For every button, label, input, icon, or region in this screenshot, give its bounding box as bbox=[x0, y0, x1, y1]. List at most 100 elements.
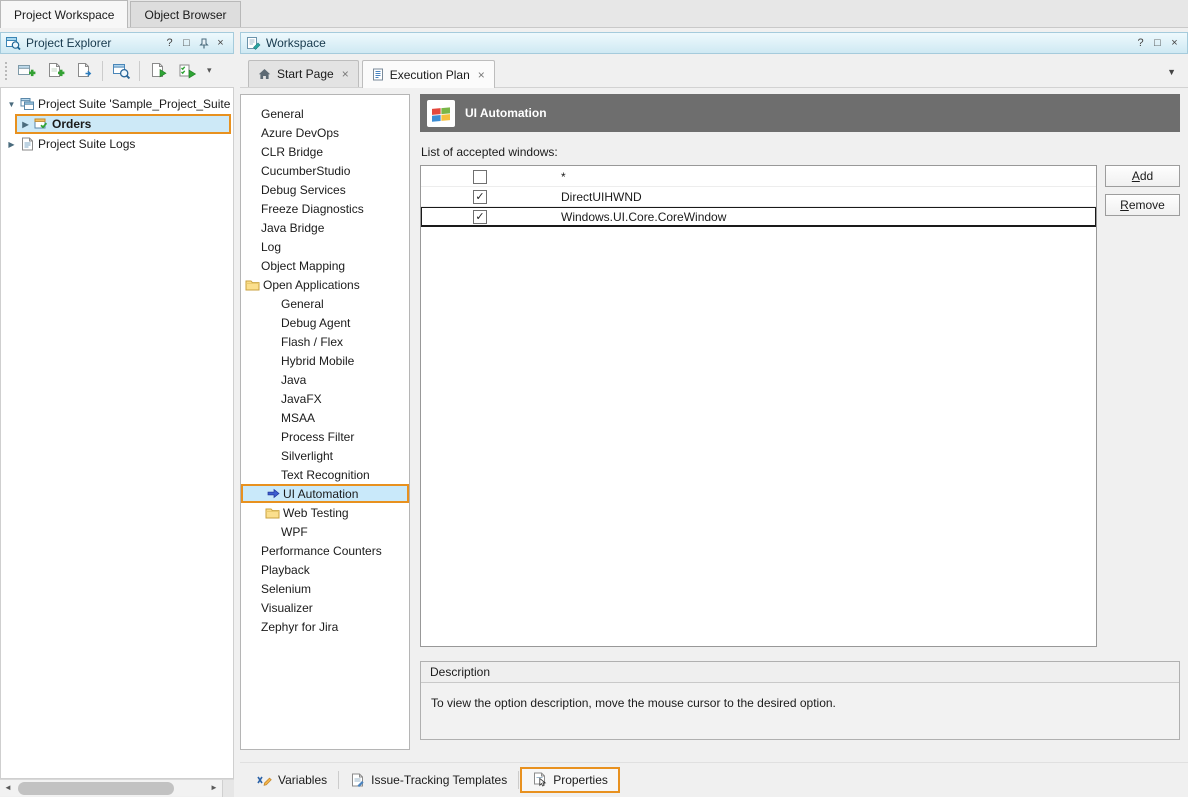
tree-item-project-suite-logs[interactable]: ▶Project Suite Logs bbox=[1, 134, 231, 154]
tab-close-icon[interactable]: × bbox=[342, 67, 349, 81]
settings-item-process-filter[interactable]: Process Filter bbox=[241, 427, 409, 446]
run-project-suite-button[interactable] bbox=[145, 58, 171, 84]
scroll-left-arrow-icon[interactable]: ◄ bbox=[0, 780, 16, 796]
settings-item-label: Open Applications bbox=[263, 278, 360, 292]
description-box: Description To view the option descripti… bbox=[420, 661, 1180, 740]
scrollbar-corner bbox=[222, 780, 234, 797]
settings-item-zephyr-for-jira[interactable]: Zephyr for Jira bbox=[241, 617, 409, 636]
record-test-icon bbox=[178, 62, 197, 80]
workspace-tab-start-page[interactable]: Start Page × bbox=[248, 60, 359, 87]
settings-item-java-bridge[interactable]: Java Bridge bbox=[241, 218, 409, 237]
project-explorer-float-button[interactable]: □ bbox=[179, 36, 194, 51]
toolbar-options-caret-icon[interactable]: ▾ bbox=[203, 65, 216, 76]
start-page-icon bbox=[258, 68, 271, 80]
options-header: UI Automation bbox=[420, 94, 1180, 132]
settings-item-label: Playback bbox=[261, 563, 310, 577]
workspace-tab-execution-plan[interactable]: Execution Plan× bbox=[362, 60, 495, 88]
project-icon bbox=[34, 117, 49, 131]
bottom-tab-label: Issue-Tracking Templates bbox=[371, 773, 507, 787]
tree-expander-icon[interactable]: ▼ bbox=[6, 100, 17, 109]
settings-item-label: Azure DevOps bbox=[261, 126, 339, 140]
workspace-close-button[interactable]: × bbox=[1167, 36, 1182, 51]
checkbox-unchecked[interactable] bbox=[473, 170, 487, 184]
project-explorer-close-button[interactable]: × bbox=[213, 36, 228, 51]
settings-item-label: Debug Services bbox=[261, 183, 346, 197]
settings-item-debug-services[interactable]: Debug Services bbox=[241, 180, 409, 199]
settings-item-silverlight[interactable]: Silverlight bbox=[241, 446, 409, 465]
settings-item-selenium[interactable]: Selenium bbox=[241, 579, 409, 598]
settings-item-label: MSAA bbox=[281, 411, 315, 425]
description-text: To view the option description, move the… bbox=[421, 683, 1179, 723]
settings-item-general[interactable]: General bbox=[241, 294, 409, 313]
scrollbar-thumb[interactable] bbox=[18, 782, 174, 795]
arrow-icon bbox=[267, 488, 280, 499]
project-explorer-toolbar: ▾ bbox=[0, 54, 234, 87]
tab-close-icon[interactable]: × bbox=[478, 68, 485, 82]
bottom-tab-properties[interactable]: Properties bbox=[520, 767, 620, 793]
project-explorer-tree: ▼ Project Suite 'Sample_Project_Suite' (1… bbox=[0, 87, 234, 779]
settings-item-open-applications[interactable]: Open Applications bbox=[241, 275, 409, 294]
settings-item-javafx[interactable]: JavaFX bbox=[241, 389, 409, 408]
settings-item-object-mapping[interactable]: Object Mapping bbox=[241, 256, 409, 275]
settings-item-debug-agent[interactable]: Debug Agent bbox=[241, 313, 409, 332]
workspace-tab-label: Start Page bbox=[277, 67, 334, 81]
tree-item-label: Project Suite 'Sample_Project_Suite' (1 … bbox=[38, 97, 231, 111]
workspace-title: Workspace bbox=[266, 36, 1128, 50]
settings-item-label: Selenium bbox=[261, 582, 311, 596]
settings-item-general[interactable]: General bbox=[241, 104, 409, 123]
toolbar-separator bbox=[139, 61, 140, 81]
windows-logo-icon bbox=[427, 100, 455, 127]
top-tab-project-workspace[interactable]: Project Workspace bbox=[0, 0, 128, 28]
settings-item-web-testing[interactable]: Web Testing bbox=[241, 503, 409, 522]
workspace-help-button[interactable]: ? bbox=[1133, 36, 1148, 51]
folder-icon bbox=[265, 507, 280, 519]
workspace-float-button[interactable]: □ bbox=[1150, 36, 1165, 51]
tab-separator bbox=[338, 771, 339, 789]
settings-item-msaa[interactable]: MSAA bbox=[241, 408, 409, 427]
settings-item-freeze-diagnostics[interactable]: Freeze Diagnostics bbox=[241, 199, 409, 218]
checkbox-checked[interactable]: ✓ bbox=[473, 190, 487, 204]
settings-item-wpf[interactable]: WPF bbox=[241, 522, 409, 541]
settings-item-clr-bridge[interactable]: CLR Bridge bbox=[241, 142, 409, 161]
window-class-name: * bbox=[561, 170, 566, 184]
settings-item-java[interactable]: Java bbox=[241, 370, 409, 389]
settings-item-visualizer[interactable]: Visualizer bbox=[241, 598, 409, 617]
window-row-windows-ui-core-corewindow[interactable]: ✓Windows.UI.Core.CoreWindow bbox=[421, 207, 1096, 227]
window-row-directuihwnd[interactable]: ✓DirectUIHWND bbox=[421, 187, 1096, 207]
scrollbar-track[interactable] bbox=[16, 780, 206, 797]
top-tab-object-browser[interactable]: Object Browser bbox=[130, 1, 240, 27]
add-existing-item-button[interactable] bbox=[71, 58, 97, 84]
tab-list-dropdown-icon[interactable]: ▼ bbox=[1167, 67, 1176, 77]
project-explorer-help-button[interactable]: ? bbox=[162, 36, 177, 51]
add-button[interactable]: Add bbox=[1105, 165, 1180, 187]
toolbar-grip-handle[interactable] bbox=[3, 60, 8, 82]
settings-item-performance-counters[interactable]: Performance Counters bbox=[241, 541, 409, 560]
tree-item-orders[interactable]: ▶Orders bbox=[15, 114, 231, 134]
project-explorer-auto-hide-pin-button[interactable] bbox=[196, 36, 211, 51]
settings-item-label: Web Testing bbox=[283, 506, 349, 520]
settings-item-ui-automation[interactable]: UI Automation bbox=[241, 484, 409, 503]
tree-expander-icon[interactable]: ▶ bbox=[6, 140, 17, 149]
window-row-item-0[interactable]: * bbox=[421, 167, 1096, 187]
add-project-suite-button[interactable] bbox=[13, 58, 39, 84]
bottom-tab-variables[interactable]: Variables bbox=[246, 767, 337, 793]
settings-item-playback[interactable]: Playback bbox=[241, 560, 409, 579]
settings-item-cucumberstudio[interactable]: CucumberStudio bbox=[241, 161, 409, 180]
bottom-tab-issue-tracking-templates[interactable]: Issue-Tracking Templates bbox=[340, 767, 517, 793]
record-test-button[interactable] bbox=[174, 58, 200, 84]
tree-item-project-suite-sample-project-suite-1-p[interactable]: ▼ Project Suite 'Sample_Project_Suite' (1… bbox=[1, 94, 231, 114]
settings-item-label: General bbox=[281, 297, 324, 311]
settings-item-flash-flex[interactable]: Flash / Flex bbox=[241, 332, 409, 351]
settings-item-log[interactable]: Log bbox=[241, 237, 409, 256]
settings-item-text-recognition[interactable]: Text Recognition bbox=[241, 465, 409, 484]
settings-item-label: Freeze Diagnostics bbox=[261, 202, 364, 216]
remove-button[interactable]: Remove bbox=[1105, 194, 1180, 216]
checkbox-checked[interactable]: ✓ bbox=[473, 210, 487, 224]
settings-item-hybrid-mobile[interactable]: Hybrid Mobile bbox=[241, 351, 409, 370]
settings-item-azure-devops[interactable]: Azure DevOps bbox=[241, 123, 409, 142]
scroll-right-arrow-icon[interactable]: ► bbox=[206, 780, 222, 796]
tree-expander-icon[interactable]: ▶ bbox=[20, 120, 31, 129]
object-browser-button[interactable] bbox=[108, 58, 134, 84]
add-new-item-button[interactable] bbox=[42, 58, 68, 84]
horizontal-scrollbar[interactable]: ◄ ► bbox=[0, 779, 234, 796]
